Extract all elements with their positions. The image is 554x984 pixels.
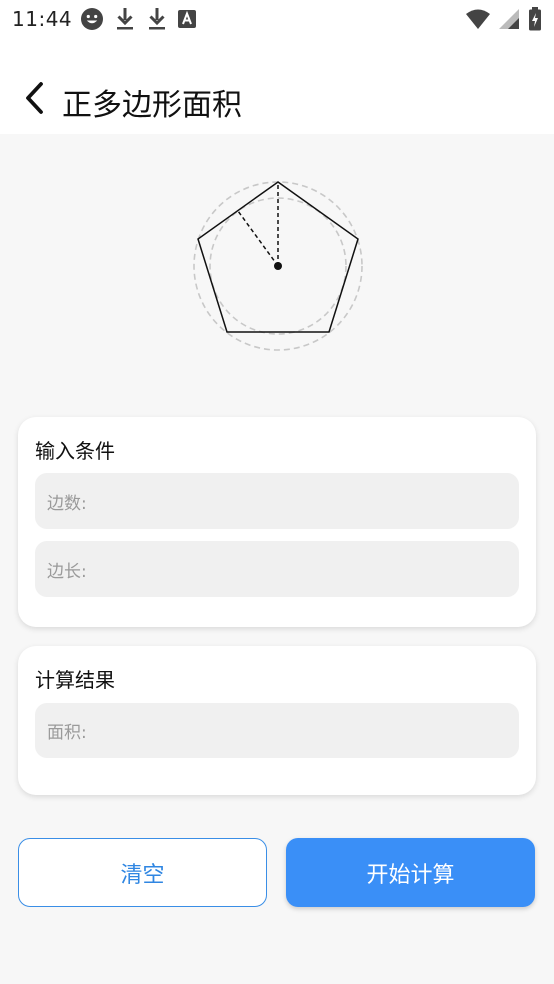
result-card: 计算结果 面积: [18, 646, 536, 795]
pentagon-figure [188, 176, 368, 356]
pentagon-diagram [193, 181, 363, 351]
back-button[interactable] [14, 78, 54, 118]
page-title: 正多边形面积 [62, 88, 242, 123]
chevron-left-icon [23, 81, 45, 115]
smiley-icon [80, 7, 104, 31]
sides-input-placeholder: 边数: [47, 493, 87, 514]
area-result-placeholder: 面积: [47, 723, 87, 743]
battery-charging-icon [528, 7, 542, 31]
app-header: 正多边形面积 [0, 38, 554, 134]
center-dot [274, 262, 282, 270]
calculate-button[interactable]: 开始计算 [286, 838, 535, 907]
area-result-field[interactable]: 面积: [35, 703, 519, 758]
apothem-line [237, 210, 279, 267]
status-bar: 11:44 [0, 0, 554, 38]
signal-icon [498, 8, 520, 30]
input-card-title: 输入条件 [35, 439, 115, 463]
side-length-input[interactable]: 边长: [35, 541, 519, 597]
status-notification-icons [80, 7, 196, 31]
text-a-icon [178, 10, 196, 28]
download-icon [114, 7, 136, 31]
wifi-icon [466, 8, 490, 30]
result-card-title: 计算结果 [35, 668, 115, 692]
status-system-icons [466, 7, 542, 31]
clear-button[interactable]: 清空 [18, 838, 267, 907]
side-length-input-placeholder: 边长: [47, 561, 87, 582]
status-time: 11:44 [12, 7, 73, 31]
sides-input[interactable]: 边数: [35, 473, 519, 529]
input-card: 输入条件 边数: 边长: [18, 417, 536, 627]
download-icon [146, 7, 168, 31]
